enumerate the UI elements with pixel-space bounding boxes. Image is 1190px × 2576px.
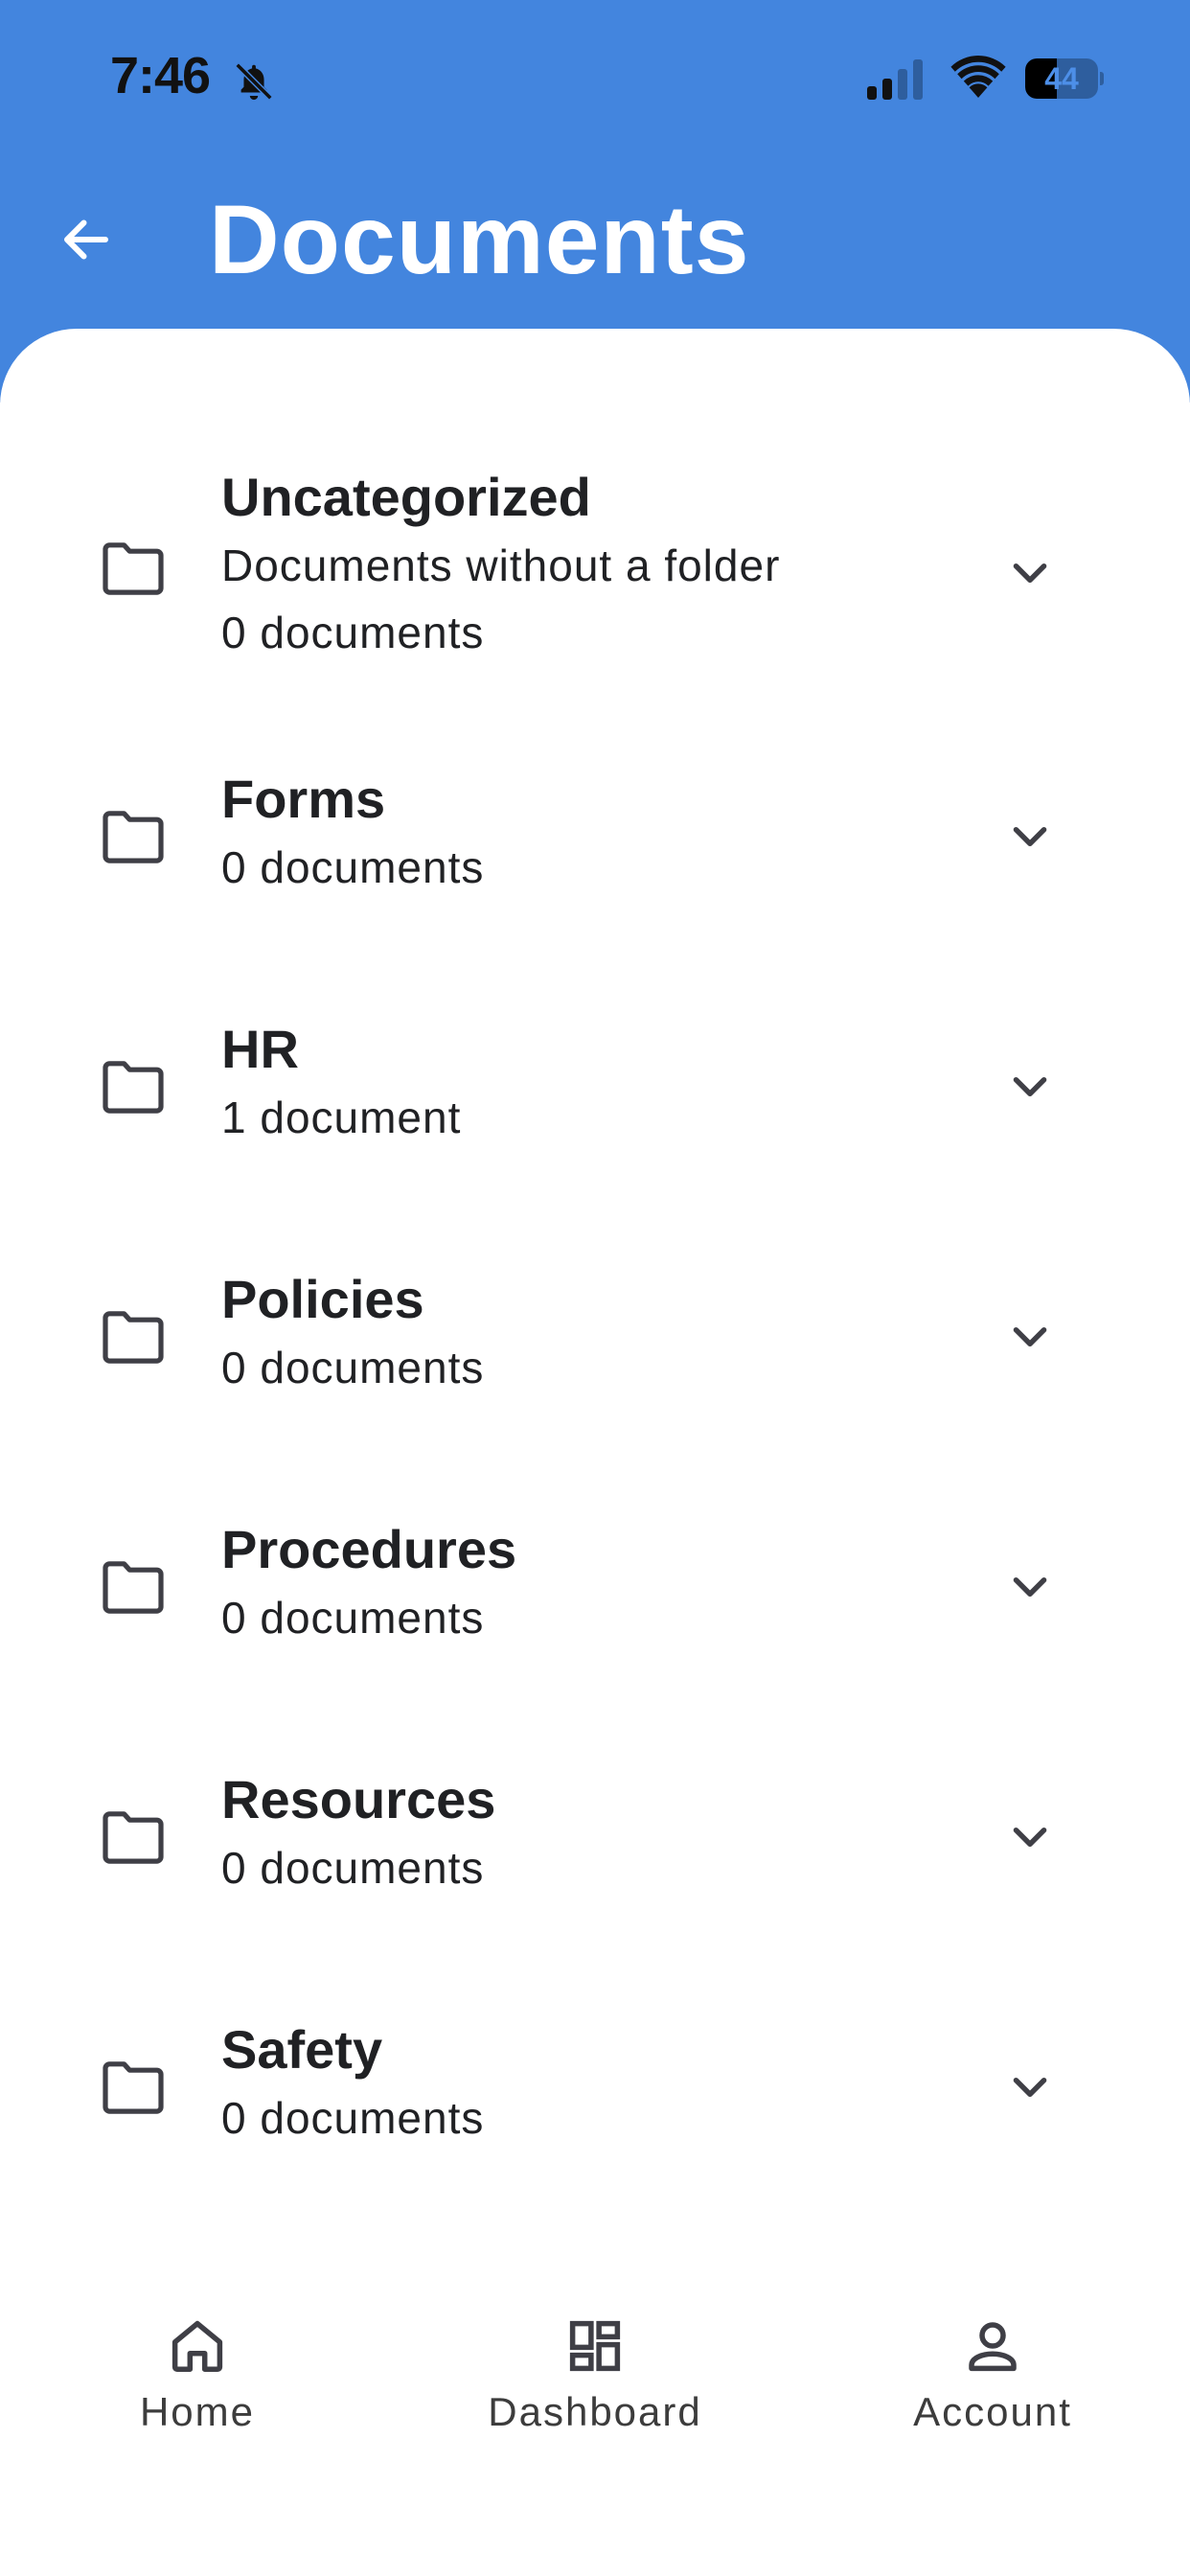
folder-name: Forms <box>221 769 386 829</box>
folder-icon <box>103 2061 164 2114</box>
dashboard-icon <box>569 2320 621 2372</box>
folder-description: Documents without a folder <box>221 540 781 590</box>
wifi-icon <box>950 56 1006 98</box>
folder-item-safety[interactable]: Safety 0 documents <box>0 2015 1190 2159</box>
folder-item-policies[interactable]: Policies 0 documents <box>0 1265 1190 1409</box>
folder-icon <box>103 1311 164 1364</box>
status-bar: 7:46 44 <box>0 0 1190 158</box>
chevron-down-icon[interactable] <box>1006 1563 1054 1611</box>
folder-item-uncategorized[interactable]: Uncategorized Documents without a folder… <box>0 463 1190 683</box>
arrow-left-icon <box>64 219 108 260</box>
nav-item-account[interactable]: Account <box>849 2314 1136 2458</box>
folder-document-count: 0 documents <box>221 1843 485 1893</box>
folder-list-panel: Uncategorized Documents without a folder… <box>0 329 1190 2576</box>
signal-icon <box>867 59 923 100</box>
folder-icon <box>103 811 164 863</box>
chevron-down-icon[interactable] <box>1006 1063 1054 1111</box>
folder-item-hr[interactable]: HR 1 document <box>0 1015 1190 1159</box>
folder-item-procedures[interactable]: Procedures 0 documents <box>0 1515 1190 1659</box>
folder-document-count: 0 documents <box>221 842 485 892</box>
nav-label-dashboard: Dashboard <box>488 2389 702 2434</box>
folder-name: Procedures <box>221 1519 517 1579</box>
back-button[interactable] <box>48 201 125 278</box>
chevron-down-icon[interactable] <box>1006 549 1054 597</box>
folder-document-count: 0 documents <box>221 608 485 657</box>
folder-icon <box>103 1811 164 1864</box>
folder-document-count: 0 documents <box>221 1343 485 1392</box>
nav-label-account: Account <box>913 2389 1072 2434</box>
folder-document-count: 1 document <box>221 1092 462 1142</box>
folder-document-count: 0 documents <box>221 1593 485 1643</box>
folder-name: Safety <box>221 2019 383 2080</box>
account-icon <box>969 2322 1017 2372</box>
folder-item-resources[interactable]: Resources 0 documents <box>0 1765 1190 1909</box>
folder-name: Policies <box>221 1269 424 1329</box>
bottom-navigation: Home Dashboard Account <box>0 2286 1190 2576</box>
battery-level: 44 <box>1044 61 1079 96</box>
folder-document-count: 0 documents <box>221 2093 485 2143</box>
nav-item-home[interactable]: Home <box>54 2314 341 2458</box>
nav-item-dashboard[interactable]: Dashboard <box>451 2314 739 2458</box>
folder-icon <box>103 1061 164 1114</box>
folder-item-forms[interactable]: Forms 0 documents <box>0 765 1190 908</box>
bell-off-icon <box>235 62 273 101</box>
battery-icon: 44 <box>1025 58 1104 99</box>
folder-name: HR <box>221 1019 299 1079</box>
chevron-down-icon[interactable] <box>1006 1313 1054 1361</box>
nav-label-home: Home <box>139 2389 256 2434</box>
status-time: 7:46 <box>110 47 211 104</box>
page-title: Documents <box>209 185 750 294</box>
chevron-down-icon[interactable] <box>1006 813 1054 861</box>
chevron-down-icon[interactable] <box>1006 2063 1054 2111</box>
folder-icon <box>103 542 164 595</box>
home-icon <box>172 2320 223 2372</box>
folder-icon <box>103 1561 164 1614</box>
chevron-down-icon[interactable] <box>1006 1813 1054 1861</box>
folder-name: Uncategorized <box>221 467 591 527</box>
folder-name: Resources <box>221 1769 496 1829</box>
